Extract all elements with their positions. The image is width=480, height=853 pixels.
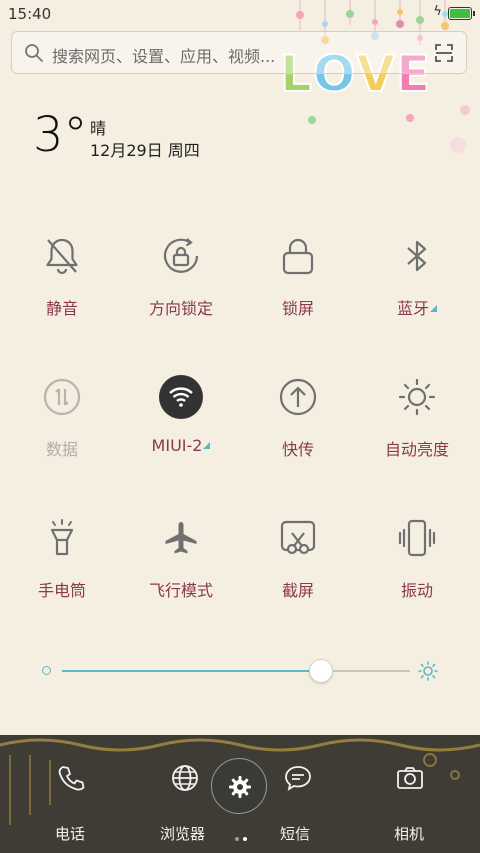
toggle-lock-screen[interactable]: 锁屏 <box>239 234 357 344</box>
toggle-screenshot[interactable]: 截屏 <box>239 516 357 626</box>
toggle-bluetooth[interactable]: 蓝牙 <box>358 234 476 344</box>
toggle-label: 静音 <box>45 299 78 318</box>
more-indicator <box>430 305 437 312</box>
brightness-high-icon <box>418 661 438 681</box>
bell-off-icon <box>46 238 78 275</box>
toggle-label: 自动亮度 <box>384 440 449 459</box>
dock-label-sms: 短信 <box>280 825 311 843</box>
toggle-label: 截屏 <box>281 581 314 600</box>
notification-panel: 15:40 ϟ LOVE 搜索网页、设置、应用、视频... 3° 晴 12月29… <box>0 0 480 735</box>
brightness-track <box>319 670 410 672</box>
gear-icon <box>229 776 251 798</box>
page-dot <box>243 837 247 841</box>
camera-icon[interactable] <box>395 763 425 793</box>
search-bar[interactable]: 搜索网页、设置、应用、视频... <box>11 31 467 74</box>
toggle-label: 快传 <box>281 440 314 459</box>
weather-date: 12月29日 周四 <box>90 141 200 160</box>
scan-icon[interactable] <box>434 43 454 63</box>
bluetooth-icon <box>407 240 427 272</box>
brightness-track-filled <box>62 670 320 672</box>
status-time: 15:40 <box>8 5 52 23</box>
screenshot-icon <box>280 520 316 555</box>
toggle-label: 方向锁定 <box>148 299 213 318</box>
love-wallpaper-decoration: LOVE <box>280 0 480 170</box>
dock-label-camera: 相机 <box>394 825 425 843</box>
dock-label-phone: 电话 <box>55 825 86 843</box>
more-indicator <box>203 442 211 449</box>
toggle-flashlight[interactable]: 手电筒 <box>3 516 121 626</box>
toggle-rotation-lock[interactable]: 方向锁定 <box>122 234 240 344</box>
toggle-airplane-mode[interactable]: 飞行模式 <box>122 516 240 626</box>
temperature: 3° <box>33 107 88 163</box>
toggle-wifi[interactable]: MIUI-2 <box>122 375 240 485</box>
airplane-icon <box>165 522 197 554</box>
phone-icon[interactable] <box>56 763 86 793</box>
settings-button[interactable] <box>211 758 267 814</box>
brightness-thumb[interactable] <box>308 659 333 683</box>
toggle-mobile-data[interactable]: 数据 <box>3 375 121 485</box>
sun-icon <box>398 378 436 416</box>
page-dot <box>235 837 239 841</box>
toggle-label: 手电筒 <box>37 581 86 600</box>
lock-icon <box>282 238 314 275</box>
toggle-label: 蓝牙 <box>358 295 476 319</box>
mobile-data-icon <box>43 378 81 416</box>
wifi-icon <box>159 375 203 419</box>
toggle-silent[interactable]: 静音 <box>3 234 121 344</box>
dock-label-browser: 浏览器 <box>160 825 206 843</box>
toggle-label: MIUI-2 <box>122 436 240 455</box>
rotation-lock-icon <box>163 238 199 273</box>
brightness-slider[interactable] <box>40 655 440 687</box>
toggle-label: 飞行模式 <box>148 581 213 600</box>
toggle-auto-brightness[interactable]: 自动亮度 <box>358 375 476 485</box>
toggle-label: 锁屏 <box>281 299 314 318</box>
flashlight-icon <box>50 519 74 556</box>
weather-condition: 晴 <box>90 119 107 138</box>
toggle-quick-transfer[interactable]: 快传 <box>239 375 357 485</box>
message-icon[interactable] <box>283 763 313 793</box>
toggle-label: 振动 <box>400 581 433 600</box>
toggle-label: 数据 <box>45 440 78 459</box>
upload-icon <box>279 378 317 416</box>
browser-globe-icon[interactable] <box>170 763 200 793</box>
brightness-low-icon <box>42 666 51 675</box>
search-icon <box>25 44 43 62</box>
toggle-vibrate[interactable]: 振动 <box>358 516 476 626</box>
page-indicator <box>233 826 249 845</box>
search-placeholder: 搜索网页、设置、应用、视频... <box>52 47 276 66</box>
vibrate-icon <box>398 519 436 557</box>
